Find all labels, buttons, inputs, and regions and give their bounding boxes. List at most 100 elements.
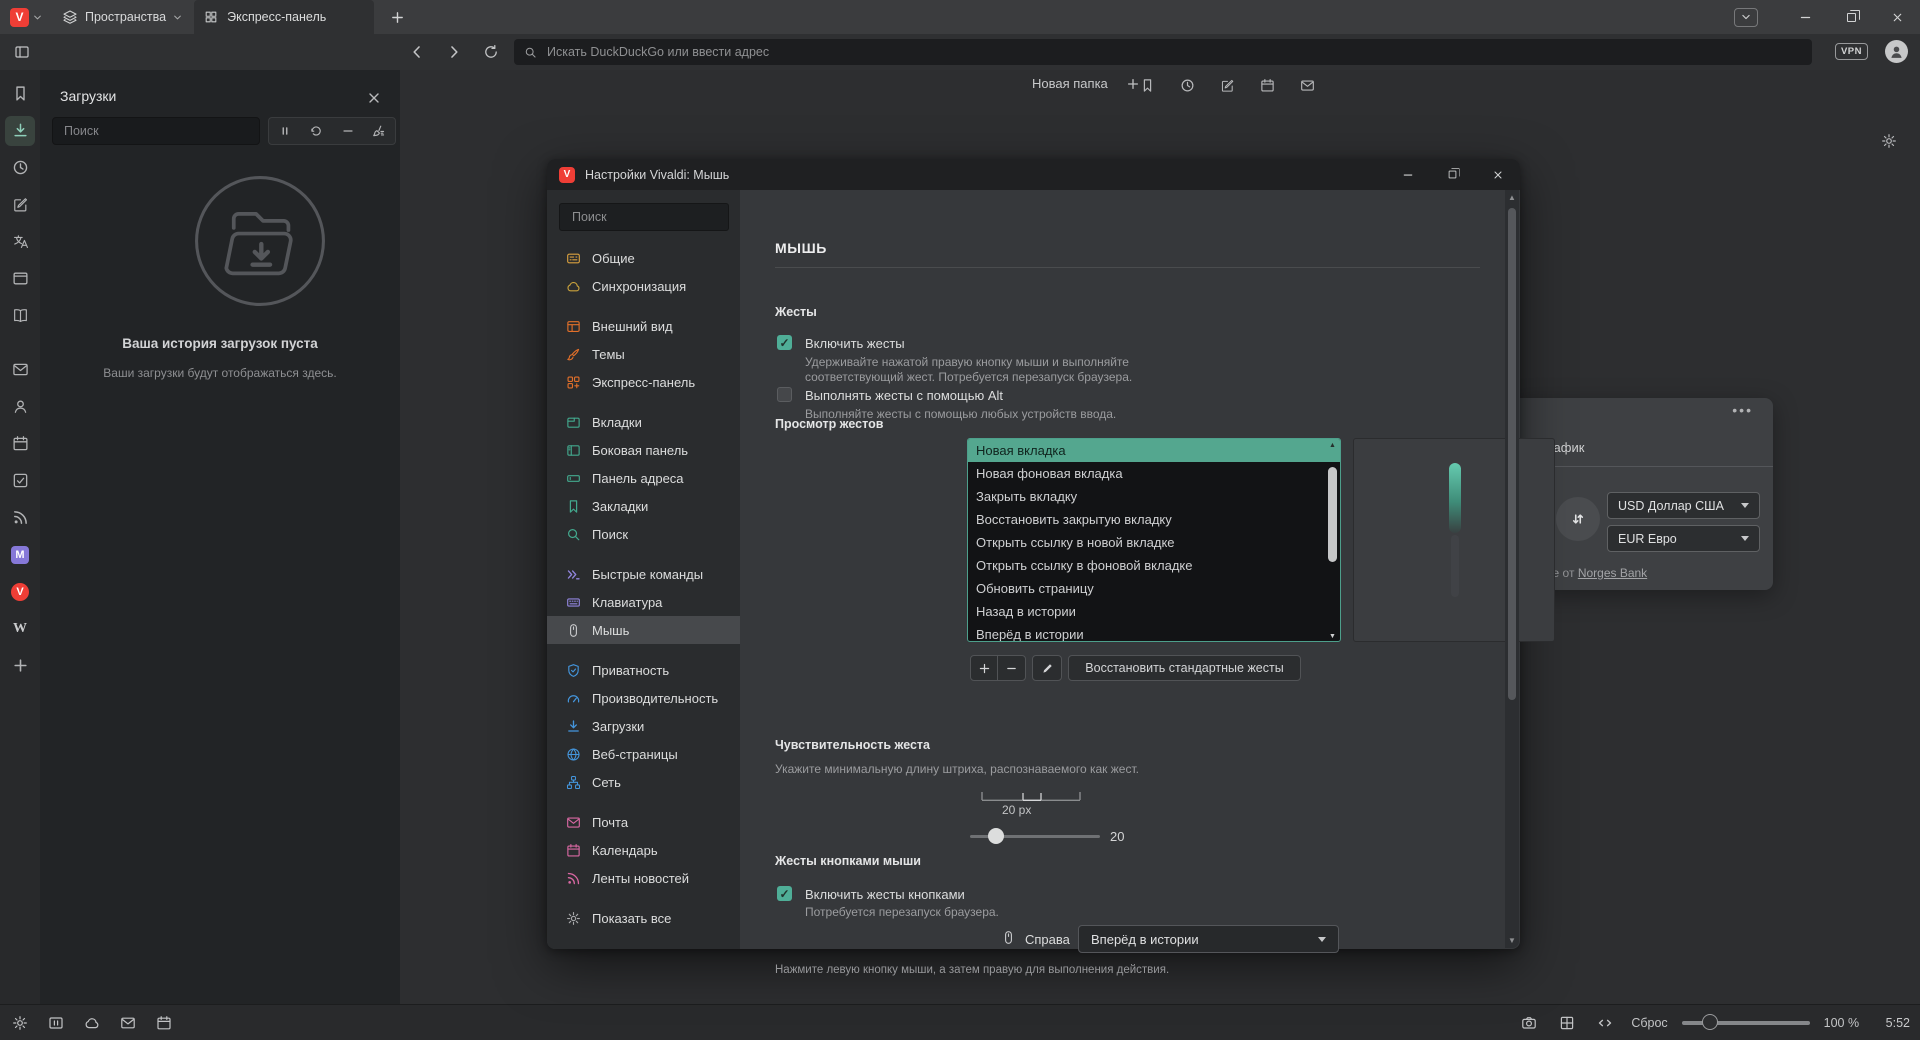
history-nav-icon[interactable] — [1180, 78, 1195, 93]
reload-button[interactable] — [478, 39, 504, 65]
status-button-sync[interactable] — [80, 1011, 104, 1035]
settings-nav-sync[interactable]: Синхронизация — [547, 272, 740, 300]
settings-nav-show-all[interactable]: Показать все — [547, 904, 740, 932]
rail-item-contacts[interactable] — [0, 388, 40, 425]
scrollbar-thumb[interactable] — [1328, 467, 1337, 562]
rail-item-downloads[interactable] — [0, 112, 40, 149]
calendar-nav-icon[interactable] — [1260, 78, 1275, 93]
settings-nav-performance[interactable]: Производительность — [547, 684, 740, 712]
settings-titlebar[interactable]: V Настройки Vivaldi: Мышь — [547, 159, 1520, 190]
settings-nav-mouse[interactable]: Мышь — [547, 616, 740, 644]
settings-nav-bookmarks[interactable]: Закладки — [547, 492, 740, 520]
scrollbar-thumb[interactable] — [1508, 208, 1516, 700]
settings-nav-side-panel[interactable]: Боковая панель — [547, 436, 740, 464]
gesture-row[interactable]: Закрыть вкладку — [968, 485, 1340, 508]
restore-gestures-button[interactable]: Восстановить стандартные жесты — [1068, 655, 1301, 681]
zoom-slider-track[interactable] — [1682, 1021, 1810, 1025]
downloads-search-input[interactable] — [62, 123, 250, 139]
rail-item-add-web-panel[interactable] — [0, 647, 40, 684]
rail-item-calendar[interactable] — [0, 425, 40, 462]
panel-close-button[interactable] — [366, 90, 382, 106]
rail-item-history[interactable] — [0, 149, 40, 186]
edit-gesture-button[interactable] — [1032, 655, 1062, 681]
scroll-up-icon[interactable]: ▲ — [1326, 442, 1339, 449]
settings-maximize-button[interactable] — [1430, 159, 1475, 190]
settings-nav-privacy[interactable]: Приватность — [547, 656, 740, 684]
clear-downloads-button[interactable] — [372, 124, 386, 138]
address-input[interactable] — [545, 44, 1802, 60]
rail-item-windows[interactable] — [0, 260, 40, 297]
rail-item-web-panel-m[interactable]: M — [0, 536, 40, 573]
settings-scrollbar[interactable]: ▲ ▼ — [1505, 190, 1519, 948]
add-gesture-button[interactable] — [971, 656, 998, 680]
vivaldi-menu-button[interactable]: V — [0, 0, 50, 34]
zoom-slider-handle[interactable] — [1702, 1014, 1718, 1030]
capture-button[interactable] — [1517, 1011, 1541, 1035]
gesture-row[interactable]: Обновить страницу — [968, 577, 1340, 600]
settings-nav-network[interactable]: Сеть — [547, 768, 740, 796]
vpn-badge[interactable]: VPN — [1835, 43, 1868, 60]
gesture-row[interactable]: Назад в истории — [968, 600, 1340, 623]
rates-source-link[interactable]: Norges Bank — [1578, 566, 1647, 580]
settings-search-input[interactable] — [570, 209, 718, 225]
settings-minimize-button[interactable] — [1385, 159, 1430, 190]
alt-gestures-checkbox[interactable] — [777, 387, 792, 402]
forward-button[interactable] — [441, 39, 467, 65]
rail-item-mail[interactable] — [0, 351, 40, 388]
settings-nav-mail[interactable]: Почта — [547, 808, 740, 836]
new-folder-label[interactable]: Новая папка — [1032, 76, 1108, 91]
profile-button[interactable] — [1885, 40, 1908, 63]
status-button-settings[interactable] — [8, 1011, 32, 1035]
settings-search[interactable] — [559, 203, 729, 231]
rail-item-reading-list[interactable] — [0, 297, 40, 334]
settings-nav-webpages[interactable]: Веб-страницы — [547, 740, 740, 768]
settings-nav-keyboard[interactable]: Клавиатура — [547, 588, 740, 616]
right-button-action-select[interactable]: Вперёд в истории — [1078, 925, 1339, 953]
downloads-search[interactable] — [52, 117, 260, 145]
tab-menu-button[interactable] — [1734, 8, 1758, 27]
gesture-row[interactable]: Новая вкладка — [968, 439, 1340, 462]
settings-nav-speed-dial[interactable]: Экспресс-панель — [547, 368, 740, 396]
page-actions-button[interactable] — [1593, 1011, 1617, 1035]
rail-item-web-panel-vivaldi[interactable]: V — [0, 573, 40, 610]
rail-item-translate[interactable] — [0, 223, 40, 260]
settings-nav-address-bar[interactable]: Панель адреса — [547, 464, 740, 492]
tiling-button[interactable] — [1555, 1011, 1579, 1035]
widget-menu-button[interactable]: ••• — [1732, 402, 1753, 418]
gesture-list-scrollbar[interactable]: ▲ ▼ — [1326, 440, 1339, 642]
gesture-row[interactable]: Открыть ссылку в фоновой вкладке — [968, 554, 1340, 577]
currency-from-select[interactable]: USD Доллар США — [1607, 492, 1760, 519]
minimize-button[interactable] — [1782, 0, 1828, 34]
gesture-row[interactable]: Открыть ссылку в новой вкладке — [968, 531, 1340, 554]
remove-download-button[interactable] — [341, 124, 355, 138]
notes-nav-icon[interactable] — [1220, 78, 1235, 93]
close-button[interactable] — [1874, 0, 1920, 34]
workspaces-button[interactable]: Пространства — [50, 0, 194, 34]
restore-button[interactable] — [1828, 0, 1874, 34]
new-tab-button[interactable] — [382, 2, 412, 32]
rail-item-feeds[interactable] — [0, 499, 40, 536]
sensitivity-slider-handle[interactable] — [988, 828, 1004, 844]
enable-gestures-checkbox[interactable]: ✓ — [777, 335, 792, 350]
mail-nav-icon[interactable] — [1300, 78, 1315, 93]
remove-gesture-button[interactable] — [998, 656, 1025, 680]
settings-nav-feeds[interactable]: Ленты новостей — [547, 864, 740, 892]
panel-toggle-button[interactable] — [9, 39, 35, 65]
gesture-row[interactable]: Вперёд в истории — [968, 623, 1340, 642]
currency-to-select[interactable]: EUR Евро — [1607, 525, 1760, 552]
settings-nav-general[interactable]: Общие — [547, 244, 740, 272]
back-button[interactable] — [404, 39, 430, 65]
rail-item-web-panel-wikipedia[interactable]: W — [0, 610, 40, 647]
rail-item-tasks[interactable] — [0, 462, 40, 499]
settings-nav-appearance[interactable]: Внешний вид — [547, 312, 740, 340]
zoom-reset-button[interactable]: Сброс — [1631, 1016, 1667, 1030]
settings-nav-quick-commands[interactable]: Быстрые команды — [547, 560, 740, 588]
scroll-down-icon[interactable]: ▼ — [1326, 633, 1339, 640]
settings-nav-calendar[interactable]: Календарь — [547, 836, 740, 864]
status-button-panel-toggle[interactable] — [44, 1011, 68, 1035]
tab-speed-dial[interactable]: Экспресс-панель — [194, 0, 374, 34]
speed-dial-settings-button[interactable] — [1881, 133, 1897, 149]
rail-item-bookmarks[interactable] — [0, 75, 40, 112]
settings-nav-search[interactable]: Поиск — [547, 520, 740, 548]
swap-currencies-button[interactable] — [1556, 497, 1600, 541]
